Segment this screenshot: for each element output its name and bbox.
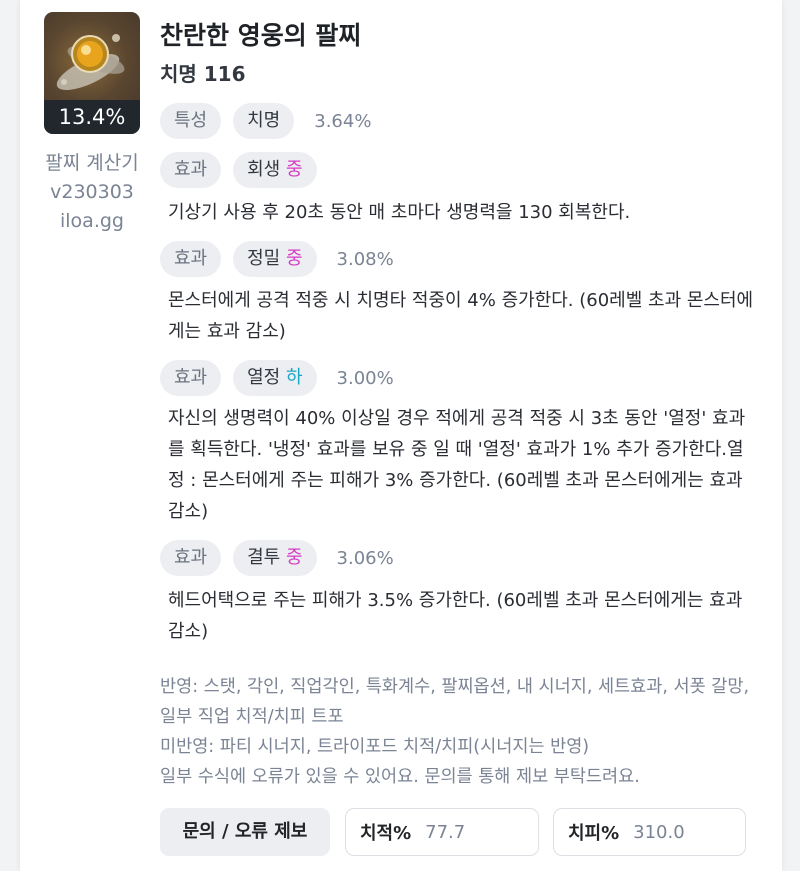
- trait-value: 3.64%: [314, 110, 372, 132]
- effect-name: 정밀: [247, 248, 281, 269]
- effect-name-pill: 열정 하: [233, 360, 317, 396]
- controls: 문의 / 오류 제보 치적% 77.7 치피% 310.0: [160, 808, 760, 856]
- crit-dmg-label: 치피%: [568, 823, 620, 844]
- not-applied-note: 미반영: 파티 시너지, 트라이포드 치적/치피(시너지는 반영): [160, 737, 590, 757]
- crit-rate-label: 치적%: [360, 823, 412, 844]
- trait-stat-pill: 치명: [233, 103, 295, 139]
- effect-row: 효과 정밀 중 3.08%: [160, 240, 394, 278]
- crit-rate-input[interactable]: 77.7: [425, 822, 465, 843]
- effect-row: 효과 열정 하 3.00%: [160, 359, 394, 397]
- crit-dmg-field[interactable]: 치피% 310.0: [553, 808, 746, 856]
- effect-grade: 중: [285, 547, 303, 568]
- effect-name-pill: 정밀 중: [233, 241, 317, 277]
- item-card: 13.4% 팔찌 계산기 v230303 iloa.gg 찬란한 영웅의 팔찌 …: [20, 0, 782, 871]
- effect-name: 결투: [247, 547, 281, 568]
- item-summary: 13.4% 팔찌 계산기 v230303 iloa.gg: [44, 12, 140, 236]
- effect-type-pill: 효과: [160, 241, 222, 277]
- effect-type-pill: 효과: [160, 360, 222, 396]
- effect-name: 열정: [247, 367, 281, 388]
- item-percent: 13.4%: [44, 100, 140, 134]
- effect-grade: 하: [285, 367, 303, 388]
- notes: 반영: 스탯, 각인, 직업각인, 특화계수, 팔찌옵션, 내 시너지, 세트효…: [160, 672, 760, 792]
- effect-row: 효과 회생 중: [160, 151, 337, 189]
- effect-description: 헤드어택으로 주는 피해가 3.5% 증가한다. (60레벨 초과 몬스터에게는…: [168, 590, 743, 642]
- effect-name-pill: 결투 중: [233, 540, 317, 576]
- effect-name-pill: 회생 중: [233, 152, 317, 188]
- effect-row: 효과 결투 중 3.06%: [160, 539, 394, 577]
- effect-type-pill: 효과: [160, 540, 222, 576]
- trait-row: 특성 치명 3.64%: [160, 102, 371, 140]
- site-link[interactable]: iloa.gg: [44, 207, 140, 236]
- calculator-name: 팔찌 계산기: [45, 152, 139, 174]
- crit-dmg-input[interactable]: 310.0: [633, 822, 685, 843]
- effect-value: 3.06%: [336, 547, 394, 569]
- crit-rate-field[interactable]: 치적% 77.7: [345, 808, 539, 856]
- effect-type-pill: 효과: [160, 152, 222, 188]
- calculator-info: 팔찌 계산기 v230303 iloa.gg: [44, 149, 140, 236]
- report-button[interactable]: 문의 / 오류 제보: [160, 808, 330, 856]
- effect-name: 회생: [247, 159, 281, 180]
- effect-grade: 중: [285, 248, 303, 269]
- calculator-version: v230303: [50, 181, 134, 203]
- effect-grade: 중: [285, 159, 303, 180]
- item-stat: 치명 116: [160, 62, 246, 86]
- applied-note: 반영: 스탯, 각인, 직업각인, 특화계수, 팔찌옵션, 내 시너지, 세트효…: [160, 677, 750, 727]
- item-name: 찬란한 영웅의 팔찌: [160, 21, 362, 50]
- bracelet-icon: 13.4%: [44, 12, 140, 134]
- trait-type-pill: 특성: [160, 103, 222, 139]
- disclaimer-note: 일부 수식에 오류가 있을 수 있어요. 문의를 통해 제보 부탁드려요.: [160, 767, 640, 787]
- effect-description: 기상기 사용 후 20초 동안 매 초마다 생명력을 130 회복한다.: [168, 202, 631, 223]
- effect-value: 3.08%: [336, 248, 394, 270]
- effect-description: 자신의 생명력이 40% 이상일 경우 적에게 공격 적중 시 3초 동안 '열…: [168, 408, 746, 522]
- effect-value: 3.00%: [336, 367, 394, 389]
- effect-description: 몬스터에게 공격 적중 시 치명타 적중이 4% 증가한다. (60레벨 초과 …: [168, 290, 754, 342]
